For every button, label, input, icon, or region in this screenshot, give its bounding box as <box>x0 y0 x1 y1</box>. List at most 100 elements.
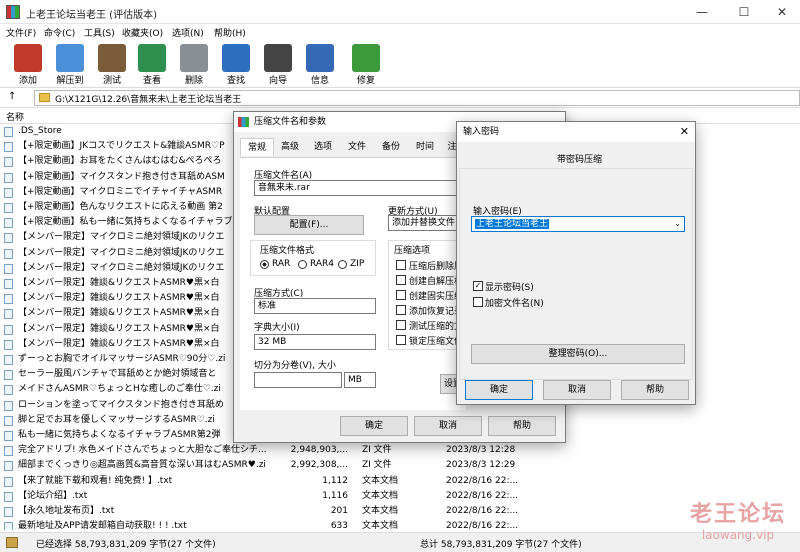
file-icon <box>4 127 13 137</box>
password-dialog: 输入密码 ✕ 带密码压缩 输入密码(E) 上老王论坛当老王 ⌄ ✓ 显示密码(S… <box>456 121 696 405</box>
file-icon <box>4 355 13 365</box>
toolbar-delete-button[interactable]: 删除 <box>174 42 214 86</box>
file-row[interactable]: 【论坛介绍】.txt 1,116 文本文档 2022/8/16 22:... <box>0 489 800 504</box>
file-icon <box>4 431 13 441</box>
toolbar-add-button[interactable]: 添加 <box>8 42 48 86</box>
file-name: ローションを塗ってマイクスタンド抱き付き耳舐め <box>18 399 224 410</box>
archive-option-checkbox[interactable] <box>396 335 406 345</box>
path-field[interactable]: G:\X121G\12.26\音無来未\上老王论坛当老王 <box>34 90 800 106</box>
options-label: 压缩选项 <box>394 246 431 256</box>
column-name[interactable]: 名称 <box>6 110 24 123</box>
toolbar-view-button[interactable]: 查看 <box>132 42 172 86</box>
file-type: ZI 文件 <box>362 445 392 456</box>
archive-filename-input[interactable]: 音無来未.rar <box>254 180 466 196</box>
file-row[interactable]: 【永久地址发布页】.txt 201 文本文档 2022/8/16 22:... <box>0 504 800 519</box>
file-date: 2022/8/16 22:... <box>446 506 519 516</box>
file-name: .DS_Store <box>18 126 62 136</box>
password-help-button[interactable]: 帮助 <box>621 380 689 400</box>
file-name: 【メンバー限定】雑談&リクエストASMR♥黒×白 <box>18 323 220 334</box>
split-unit-select[interactable]: MB <box>344 372 376 388</box>
folder-icon <box>39 93 50 102</box>
toolbar-wizard-button[interactable]: 向导 <box>258 42 298 86</box>
tab-backup[interactable]: 备份 <box>376 138 406 156</box>
chevron-down-icon[interactable]: ⌄ <box>674 217 681 231</box>
file-name: 【メンバー限定】雑談&リクエストASMR♥黒×白 <box>18 293 220 304</box>
archive-option-checkbox[interactable] <box>396 260 406 270</box>
toolbar-test-button[interactable]: 测试 <box>92 42 132 86</box>
profiles-button[interactable]: 配置(F)... <box>254 215 364 235</box>
test-clipboard-icon <box>98 44 126 72</box>
repair-kit-icon <box>352 44 380 72</box>
tab-time[interactable]: 时间 <box>410 138 440 156</box>
encrypt-names-checkbox[interactable] <box>473 297 483 307</box>
up-arrow-icon[interactable]: ↑ <box>8 91 16 102</box>
menu-file[interactable]: 文件(F) <box>6 26 36 39</box>
menu-favorites[interactable]: 收藏夹(O) <box>122 26 163 39</box>
file-name: 私も一緒に気持ちよくなるイチャラブASMR第2弾 <box>18 430 221 440</box>
menu-commands[interactable]: 命令(C) <box>44 26 75 39</box>
file-icon <box>4 400 13 411</box>
file-name: 【+限定動画】マイクロミニでイチャイチャASMR <box>18 186 223 197</box>
menu-help[interactable]: 帮助(H) <box>214 26 246 39</box>
archive-option-checkbox[interactable] <box>396 290 406 300</box>
password-cancel-button[interactable]: 取消 <box>543 380 611 400</box>
tab-files[interactable]: 文件 <box>342 138 372 156</box>
split-label: 切分为分卷(V), 大小 <box>254 361 336 371</box>
tab-advanced[interactable]: 高级 <box>276 138 304 156</box>
menu-tools[interactable]: 工具(S) <box>84 26 115 39</box>
file-row[interactable]: 【来了就能下载和观看! 纯免费! 】.txt 1,112 文本文档 2022/8/16… <box>0 474 800 489</box>
file-name: メイドさんASMR♡ちょっとHな癒しのご奉仕♡.zi <box>18 384 221 395</box>
zip-radio[interactable] <box>338 260 347 269</box>
toolbar-extract-button[interactable]: 解压到 <box>50 42 90 86</box>
file-name: セーラー服風バンチャで耳舐めとか絶対領域音と <box>18 369 217 380</box>
update-mode-select[interactable]: 添加并替换文件 <box>388 215 466 231</box>
site-watermark: 老王论坛 laowang.vip <box>690 496 786 542</box>
split-size-input[interactable] <box>254 372 342 388</box>
manage-passwords-button[interactable]: 整理密码(O)... <box>471 344 685 364</box>
file-name: 【メンバー限定】雑談&リクエストASMR♥黒×白 <box>18 278 220 288</box>
file-name: 【+限定動画】お耳をたくさんはむはむ&ぺろぺろ <box>18 156 222 167</box>
file-row[interactable]: 最新地址及APP请发邮箱自动获取! ! ! .txt 633 文本文档 2022/8/… <box>0 519 800 530</box>
file-icon <box>4 324 13 335</box>
watermark-url: laowang.vip <box>701 528 775 542</box>
file-name: 【+限定動画】JKコスでリクエスト&雑談ASMR♡P <box>18 141 225 152</box>
rar-label: RAR <box>272 259 291 269</box>
file-icon <box>4 446 13 457</box>
archive-help-button[interactable]: 帮助 <box>488 416 556 436</box>
password-close-icon[interactable]: ✕ <box>680 122 689 142</box>
close-button[interactable]: ✕ <box>760 0 800 24</box>
file-name: 【+限定動画】私も一緒に気持ちよくなるイチャラブ <box>18 217 233 228</box>
file-name: 完全アドリブ! 水色メイドさんでちょっと大胆なご奉仕シチ... <box>18 445 267 456</box>
file-icon <box>4 218 13 229</box>
status-total: 总计 58,793,831,209 字节(27 个文件) <box>420 540 582 550</box>
dict-select[interactable]: 32 MB <box>254 334 376 350</box>
tab-options[interactable]: 选项 <box>308 138 338 156</box>
show-password-checkbox[interactable]: ✓ <box>473 281 483 291</box>
file-icon <box>4 476 13 487</box>
toolbar: 添加 解压到 测试 查看 删除 查找 向导 信息 修复 <box>0 40 800 88</box>
password-ok-button[interactable]: 确定 <box>465 380 533 400</box>
toolbar-repair-button[interactable]: 修复 <box>346 42 386 86</box>
file-name: 【メンバー限定】マイクロミニ絶対領域JKのリクエ <box>18 262 225 273</box>
file-row[interactable]: 細部までくっきり◎超高画質&高音質な深い耳はむASMR♥.zi 2,992,308… <box>0 458 800 473</box>
minimize-button[interactable]: — <box>680 0 724 24</box>
menu-options[interactable]: 选项(N) <box>172 26 204 39</box>
tab-general[interactable]: 常规 <box>240 138 274 156</box>
method-select[interactable]: 标准 <box>254 298 376 314</box>
toolbar-find-button[interactable]: 查找 <box>216 42 256 86</box>
archive-option-checkbox[interactable] <box>396 275 406 285</box>
archive-option-checkbox[interactable] <box>396 305 406 315</box>
archive-option-checkbox[interactable] <box>396 320 406 330</box>
file-name: 【メンバー限定】雑談&リクエストASMR♥黒×白 <box>18 308 220 319</box>
password-input[interactable]: 上老王论坛当老王 ⌄ <box>471 216 685 232</box>
file-row[interactable]: 完全アドリブ! 水色メイドさんでちょっと大胆なご奉仕シチ... 2,948,903… <box>0 443 800 458</box>
zip-label: ZIP <box>350 259 365 269</box>
rar4-radio[interactable] <box>298 260 307 269</box>
file-icon <box>4 507 13 517</box>
file-icon <box>4 142 13 153</box>
archive-ok-button[interactable]: 确定 <box>340 416 408 436</box>
file-type: 文本文档 <box>362 475 399 486</box>
rar-radio[interactable] <box>260 260 269 269</box>
toolbar-info-button[interactable]: 信息 <box>300 42 340 86</box>
archive-cancel-button[interactable]: 取消 <box>414 416 482 436</box>
